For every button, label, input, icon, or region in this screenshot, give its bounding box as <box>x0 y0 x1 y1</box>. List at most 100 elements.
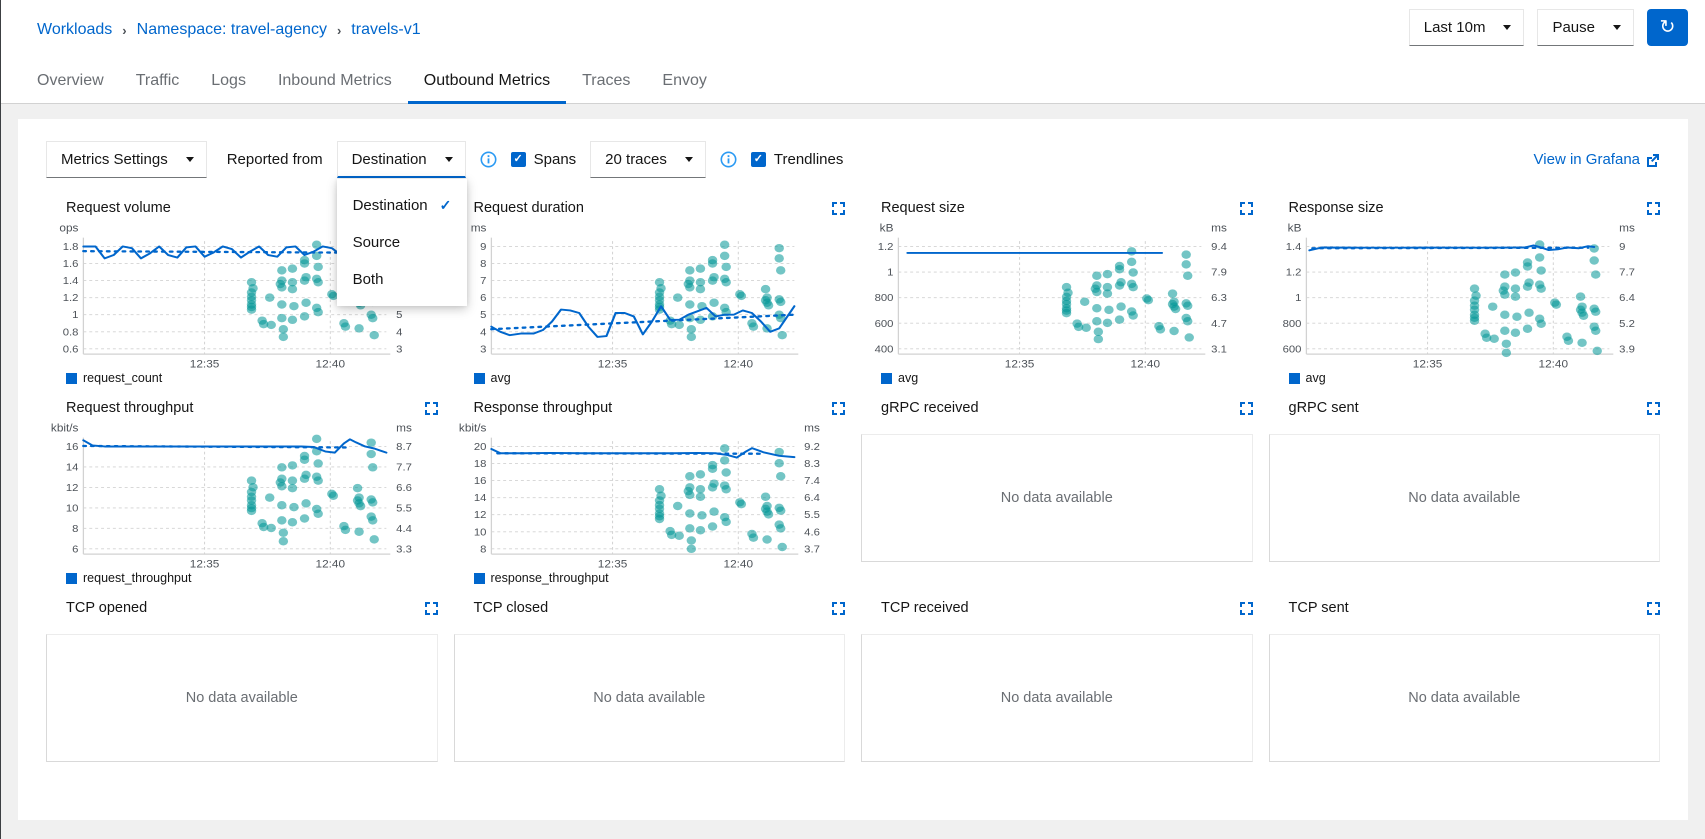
expand-icon[interactable] <box>425 602 438 620</box>
svg-text:12:40: 12:40 <box>1131 359 1161 370</box>
menu-item-destination[interactable]: Destination ✓ <box>337 187 467 224</box>
sync-icon: ↻ <box>1660 16 1676 39</box>
no-data-text: No data available <box>186 690 298 706</box>
chart-grpc-received: gRPC receivedNo data available <box>861 400 1253 585</box>
svg-text:16: 16 <box>473 476 486 487</box>
svg-text:kbit/s: kbit/s <box>458 423 486 434</box>
tab-outbound-metrics[interactable]: Outbound Metrics <box>408 58 566 104</box>
svg-text:1.2: 1.2 <box>63 293 79 304</box>
metrics-settings-label: Metrics Settings <box>61 151 168 168</box>
tab-overview[interactable]: Overview <box>21 58 120 104</box>
no-data-box: No data available <box>861 634 1253 762</box>
expand-icon[interactable] <box>832 602 845 620</box>
metrics-toolbar: Metrics Settings Reported from Destinati… <box>46 141 1660 178</box>
svg-text:12:40: 12:40 <box>1538 359 1568 370</box>
svg-text:4.4: 4.4 <box>396 523 412 534</box>
tab-traffic[interactable]: Traffic <box>120 58 196 104</box>
chart-title-request-throughput: Request throughput <box>66 400 193 416</box>
expand-icon[interactable] <box>1647 402 1660 420</box>
menu-item-both[interactable]: Both <box>337 261 467 298</box>
chart-title-tcp-closed: TCP closed <box>474 600 549 616</box>
svg-text:400: 400 <box>875 344 894 355</box>
svg-text:12:40: 12:40 <box>723 359 753 370</box>
svg-text:12:35: 12:35 <box>190 559 220 570</box>
check-icon: ✓ <box>440 197 452 214</box>
metrics-settings-dropdown[interactable]: Metrics Settings <box>46 141 207 178</box>
chevron-down-icon <box>1503 25 1511 30</box>
svg-text:600: 600 <box>1282 344 1301 355</box>
spans-checkbox[interactable]: ✓ <box>511 152 526 167</box>
svg-text:kB: kB <box>1287 223 1301 234</box>
external-link-icon <box>1646 153 1660 167</box>
chart-plot-response-throughput: kbit/sms20181614121089.28.37.46.45.54.63… <box>454 420 846 570</box>
breadcrumb-namespace[interactable]: Namespace: travel-agency <box>137 21 327 39</box>
svg-text:12: 12 <box>473 510 486 521</box>
tab-traces[interactable]: Traces <box>566 58 646 104</box>
chevron-down-icon <box>445 157 453 162</box>
svg-text:ms: ms <box>804 423 820 434</box>
chart-legend: request_throughput <box>46 571 438 585</box>
duration-dropdown[interactable]: Last 10m <box>1409 9 1525 46</box>
chevron-down-icon <box>1613 25 1621 30</box>
duration-value: Last 10m <box>1424 19 1486 36</box>
expand-icon[interactable] <box>832 202 845 220</box>
info-icon[interactable] <box>720 151 737 168</box>
svg-text:20: 20 <box>473 442 486 453</box>
traces-count-dropdown[interactable]: 20 traces <box>590 141 706 178</box>
no-data-box: No data available <box>46 634 438 762</box>
breadcrumb-workload[interactable]: travels-v1 <box>351 21 420 39</box>
tab-inbound-metrics[interactable]: Inbound Metrics <box>262 58 408 104</box>
menu-item-source[interactable]: Source <box>337 224 467 261</box>
reported-from-label: Reported from <box>227 151 323 168</box>
svg-text:7.4: 7.4 <box>804 476 820 487</box>
charts-grid: Request volumeopsms1.81.61.41.210.80.698… <box>46 200 1660 762</box>
trendlines-checkbox[interactable]: ✓ <box>751 152 766 167</box>
svg-text:1: 1 <box>887 267 893 278</box>
chart-request-throughput: Request throughputkbit/sms16141210868.77… <box>46 400 438 585</box>
spans-label: Spans <box>534 151 577 168</box>
svg-text:18: 18 <box>473 459 486 470</box>
expand-icon[interactable] <box>425 402 438 420</box>
svg-text:12:40: 12:40 <box>316 559 346 570</box>
chart-legend: response_throughput <box>454 571 846 585</box>
expand-icon[interactable] <box>832 402 845 420</box>
expand-icon[interactable] <box>1647 202 1660 220</box>
refresh-mode-dropdown[interactable]: Pause <box>1537 9 1634 46</box>
breadcrumb-workloads[interactable]: Workloads <box>37 21 112 39</box>
tab-logs[interactable]: Logs <box>195 58 262 104</box>
svg-text:12:40: 12:40 <box>723 559 753 570</box>
no-data-box: No data available <box>861 434 1253 562</box>
svg-text:800: 800 <box>1282 318 1301 329</box>
info-icon[interactable] <box>480 151 497 168</box>
svg-text:14: 14 <box>66 462 79 473</box>
svg-text:6.3: 6.3 <box>1211 293 1227 304</box>
svg-text:5.5: 5.5 <box>804 510 820 521</box>
chart-title-request-size: Request size <box>881 200 965 216</box>
chart-plot-request-duration: ms987654312:3512:40 <box>454 220 846 370</box>
expand-icon[interactable] <box>1240 602 1253 620</box>
refresh-button[interactable]: ↻ <box>1647 9 1688 46</box>
svg-text:5.5: 5.5 <box>396 503 412 514</box>
legend-label: avg <box>1306 371 1326 385</box>
chart-legend: avg <box>1269 371 1661 385</box>
tab-envoy[interactable]: Envoy <box>646 58 722 104</box>
trendlines-checkbox-group[interactable]: ✓ Trendlines <box>751 151 843 168</box>
traces-count-value: 20 traces <box>605 151 667 168</box>
svg-text:1.6: 1.6 <box>63 259 79 270</box>
svg-text:ms: ms <box>470 223 486 234</box>
reported-from-dropdown[interactable]: Destination <box>337 141 466 178</box>
view-in-grafana-link[interactable]: View in Grafana <box>1534 151 1660 168</box>
legend-label: request_throughput <box>83 571 191 585</box>
expand-icon[interactable] <box>1240 202 1253 220</box>
refresh-mode-value: Pause <box>1552 19 1595 36</box>
expand-icon[interactable] <box>1240 402 1253 420</box>
svg-text:3.9: 3.9 <box>1619 344 1635 355</box>
svg-text:3.7: 3.7 <box>804 544 820 555</box>
spans-checkbox-group[interactable]: ✓ Spans <box>511 151 577 168</box>
svg-text:3: 3 <box>396 344 402 355</box>
expand-icon[interactable] <box>1647 602 1660 620</box>
svg-text:7.9: 7.9 <box>1211 267 1227 278</box>
no-data-box: No data available <box>1269 634 1661 762</box>
breadcrumb-separator-icon: › <box>122 23 126 38</box>
legend-label: response_throughput <box>491 571 609 585</box>
